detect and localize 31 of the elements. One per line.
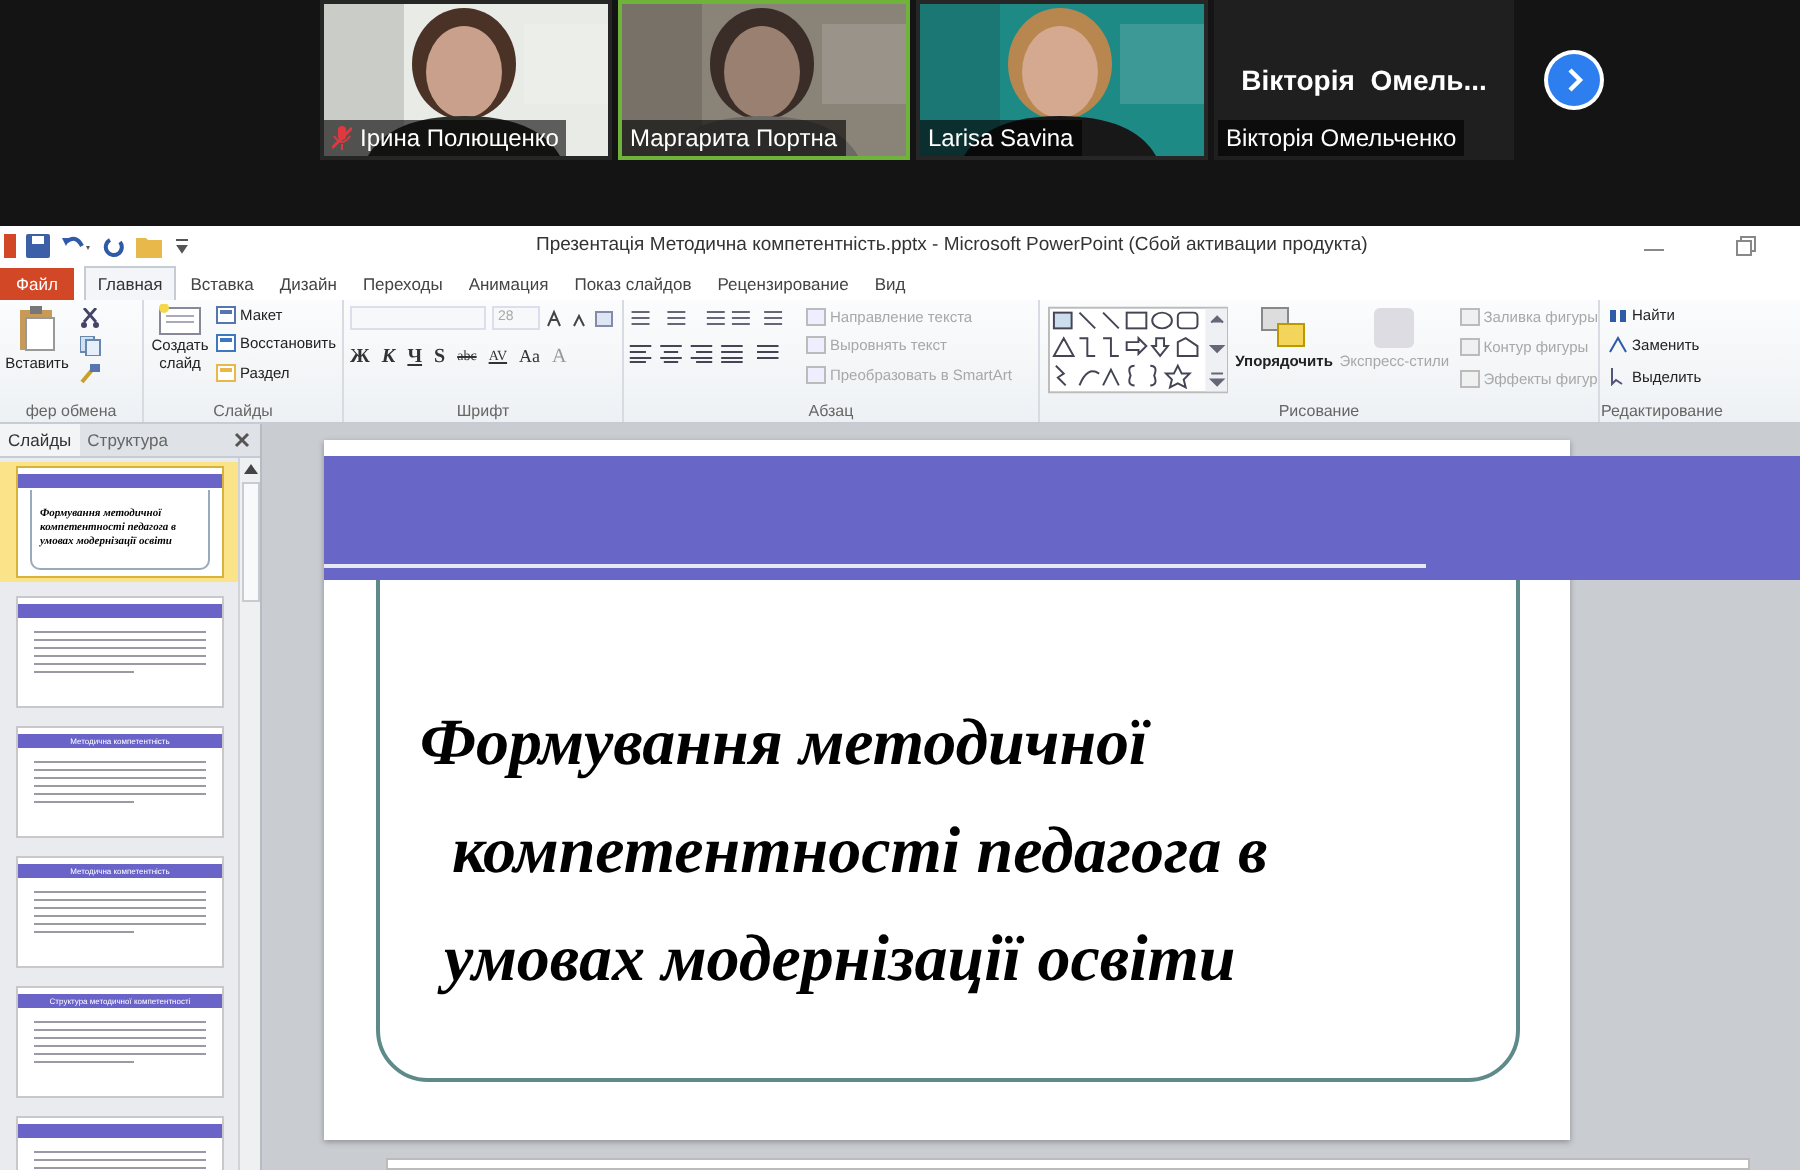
format-button[interactable]: Ж bbox=[350, 342, 370, 372]
ribbon-tab[interactable]: Рецензирование bbox=[705, 268, 861, 300]
participant-name-label: Вікторія Омельченко bbox=[1218, 120, 1465, 156]
participant-name-label: Ірина Полющенко bbox=[324, 120, 567, 156]
participant-display-name: Вікторія Омель... bbox=[1241, 61, 1487, 100]
group-label: Слайды bbox=[213, 400, 273, 422]
group-label: Шрифт bbox=[456, 400, 510, 422]
pane-tab[interactable]: Слайды bbox=[0, 424, 80, 456]
slide-title: умовах модернізації освіти bbox=[420, 906, 1268, 1014]
format-button[interactable]: Ч bbox=[407, 342, 423, 372]
ribbon-tab[interactable]: Главная bbox=[83, 266, 177, 300]
group-label: Редактирование bbox=[1601, 400, 1723, 422]
slide-title: компетентності педагога в bbox=[450, 814, 1268, 892]
ribbon-tab[interactable]: Показ слайдов bbox=[562, 268, 704, 300]
group-label: фер обмена bbox=[25, 400, 117, 422]
ribbon-tab[interactable]: Анимация bbox=[456, 268, 561, 300]
format-button[interactable]: Aa bbox=[519, 343, 541, 371]
pane-tab[interactable]: Структура bbox=[79, 424, 176, 456]
participant-name-label: Larisa Savina bbox=[920, 120, 1082, 156]
format-button[interactable]: К bbox=[381, 342, 396, 372]
window-title: Презентація Методична компетентність.pptx - Microsoft PowerPoint (Сбой активации продукта) bbox=[536, 231, 1368, 260]
slide-title: Формування методичної bbox=[420, 706, 1153, 784]
format-button[interactable]: S bbox=[434, 342, 446, 372]
ribbon-tab[interactable]: Файл bbox=[0, 268, 74, 300]
ribbon-tab[interactable]: Переходы bbox=[350, 268, 455, 300]
ribbon-tab[interactable]: Вид bbox=[862, 268, 918, 300]
participant-name-label: Маргарита Портна bbox=[622, 120, 846, 156]
group-label: Рисование bbox=[1278, 400, 1360, 422]
group-label: Абзац bbox=[808, 400, 854, 422]
ribbon-tab[interactable]: Вставка bbox=[178, 268, 266, 300]
ribbon-tab[interactable]: Дизайн bbox=[267, 268, 349, 300]
